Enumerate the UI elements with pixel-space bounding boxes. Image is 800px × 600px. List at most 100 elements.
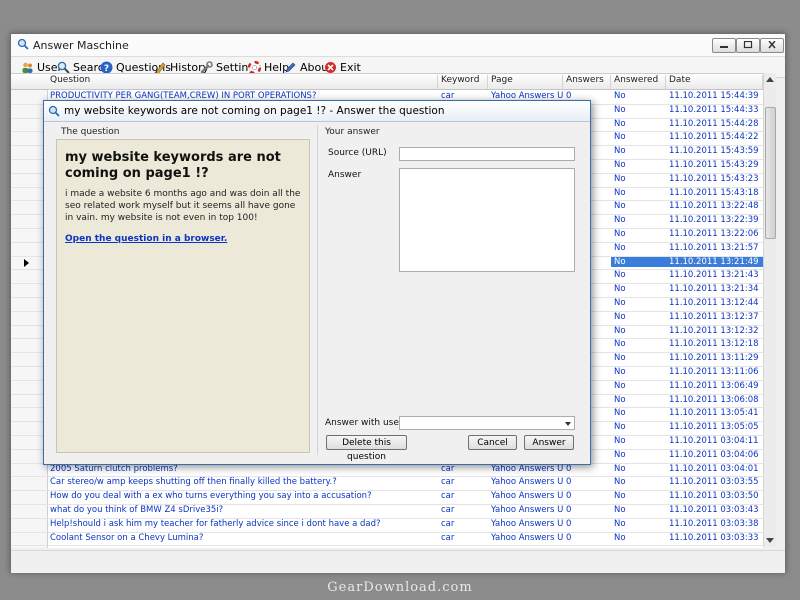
- grid-scrollbar[interactable]: [763, 73, 776, 547]
- cell-date[interactable]: 11.10.2011 13:12:37: [666, 312, 763, 322]
- column-header-answers[interactable]: Answers: [563, 75, 611, 89]
- cell-answered[interactable]: No: [611, 188, 666, 198]
- cell-answered[interactable]: No: [611, 256, 666, 267]
- cell-date[interactable]: 11.10.2011 13:12:44: [666, 298, 763, 308]
- cell-page[interactable]: Yahoo Answers UK: [488, 533, 563, 543]
- cell-answered[interactable]: No: [611, 326, 666, 336]
- scroll-thumb[interactable]: [765, 107, 776, 239]
- answer-textarea[interactable]: [399, 168, 575, 272]
- table-row[interactable]: Car stereo/w amp keeps shutting off then…: [11, 476, 763, 492]
- table-row[interactable]: Coolant Sensor on a Chevy Lumina? car Yaho…: [11, 532, 763, 547]
- answer-with-user-select[interactable]: [399, 416, 575, 430]
- cell-date[interactable]: 11.10.2011 03:03:55: [666, 477, 763, 487]
- cell-answered[interactable]: No: [611, 201, 666, 211]
- cell-answered[interactable]: No: [611, 146, 666, 156]
- cell-date[interactable]: 11.10.2011 13:22:06: [666, 229, 763, 239]
- cell-answered[interactable]: No: [611, 243, 666, 253]
- cell-date[interactable]: 11.10.2011 03:03:50: [666, 491, 763, 501]
- cell-answered[interactable]: No: [611, 105, 666, 115]
- table-row[interactable]: what do you think of BMW Z4 sDrive35i? ca…: [11, 504, 763, 519]
- cell-question[interactable]: How do you deal with a ex who turns ever…: [47, 491, 438, 501]
- cell-date[interactable]: 11.10.2011 13:06:49: [666, 381, 763, 391]
- cell-date[interactable]: 11.10.2011 13:12:32: [666, 326, 763, 336]
- cell-date[interactable]: 11.10.2011 15:43:29: [666, 160, 763, 170]
- cell-date[interactable]: 11.10.2011 03:04:06: [666, 450, 763, 460]
- cell-date[interactable]: 11.10.2011 13:05:41: [666, 408, 763, 418]
- cell-date[interactable]: 11.10.2011 13:21:43: [666, 270, 763, 280]
- cell-date[interactable]: 11.10.2011 13:12:18: [666, 339, 763, 349]
- cell-answered[interactable]: No: [611, 215, 666, 225]
- cell-answered[interactable]: No: [611, 91, 666, 101]
- cell-date[interactable]: 11.10.2011 13:06:08: [666, 395, 763, 405]
- cell-date[interactable]: 11.10.2011 15:43:23: [666, 174, 763, 184]
- cell-date[interactable]: 11.10.2011 13:22:39: [666, 215, 763, 225]
- cell-question[interactable]: Coolant Sensor on a Chevy Lumina?: [47, 533, 438, 543]
- close-button[interactable]: [760, 38, 784, 53]
- cell-date[interactable]: 11.10.2011 03:03:43: [666, 505, 763, 515]
- cell-page[interactable]: Yahoo Answers UK: [488, 477, 563, 487]
- cancel-button[interactable]: Cancel: [468, 435, 517, 450]
- cell-answers[interactable]: 0: [563, 491, 611, 501]
- cell-answers[interactable]: 0: [563, 505, 611, 515]
- cell-page[interactable]: Yahoo Answers UK: [488, 491, 563, 501]
- cell-answers[interactable]: 0: [563, 519, 611, 529]
- cell-date[interactable]: 11.10.2011 13:21:49: [666, 256, 763, 267]
- cell-date[interactable]: 11.10.2011 15:43:18: [666, 188, 763, 198]
- cell-date[interactable]: 11.10.2011 15:43:59: [666, 146, 763, 156]
- cell-keyword[interactable]: car: [438, 464, 488, 474]
- cell-answered[interactable]: No: [611, 298, 666, 308]
- cell-answered[interactable]: No: [611, 174, 666, 184]
- cell-date[interactable]: 11.10.2011 13:05:05: [666, 422, 763, 432]
- cell-keyword[interactable]: car: [438, 519, 488, 529]
- cell-page[interactable]: Yahoo Answers UK: [488, 464, 563, 474]
- cell-date[interactable]: 11.10.2011 13:21:57: [666, 243, 763, 253]
- open-in-browser-link[interactable]: Open the question in a browser.: [65, 234, 227, 244]
- cell-answered[interactable]: No: [611, 395, 666, 405]
- cell-answered[interactable]: No: [611, 353, 666, 363]
- cell-date[interactable]: 11.10.2011 03:03:33: [666, 533, 763, 543]
- cell-answered[interactable]: No: [611, 491, 666, 501]
- cell-answered[interactable]: No: [611, 505, 666, 515]
- cell-answered[interactable]: No: [611, 381, 666, 391]
- cell-answered[interactable]: No: [611, 464, 666, 474]
- dialog-title-bar[interactable]: my website keywords are not coming on pa…: [44, 101, 590, 122]
- table-row[interactable]: Help!should i ask him my teacher for fat…: [11, 518, 763, 533]
- column-header-page[interactable]: Page: [488, 75, 563, 89]
- cell-answers[interactable]: 0: [563, 533, 611, 543]
- cell-date[interactable]: 11.10.2011 03:03:38: [666, 519, 763, 529]
- cell-question[interactable]: Car stereo/w amp keeps shutting off then…: [47, 477, 438, 487]
- cell-keyword[interactable]: car: [438, 477, 488, 487]
- cell-answered[interactable]: No: [611, 119, 666, 129]
- cell-answered[interactable]: No: [611, 422, 666, 432]
- cell-answered[interactable]: No: [611, 408, 666, 418]
- cell-date[interactable]: 11.10.2011 15:44:22: [666, 132, 763, 142]
- cell-answers[interactable]: 0: [563, 464, 611, 474]
- cell-answered[interactable]: No: [611, 229, 666, 239]
- cell-question[interactable]: 2005 Saturn clutch problems?: [47, 464, 438, 474]
- cell-answered[interactable]: No: [611, 436, 666, 446]
- minimize-button[interactable]: [712, 38, 736, 53]
- cell-answers[interactable]: 0: [563, 477, 611, 487]
- cell-answered[interactable]: No: [611, 132, 666, 142]
- cell-answered[interactable]: No: [611, 367, 666, 377]
- cell-question[interactable]: Help!should i ask him my teacher for fat…: [47, 519, 438, 529]
- cell-question[interactable]: what do you think of BMW Z4 sDrive35i?: [47, 505, 438, 515]
- cell-date[interactable]: 11.10.2011 15:44:33: [666, 105, 763, 115]
- cell-keyword[interactable]: car: [438, 491, 488, 501]
- cell-answered[interactable]: No: [611, 450, 666, 460]
- cell-keyword[interactable]: car: [438, 533, 488, 543]
- scroll-up-icon[interactable]: [766, 77, 774, 82]
- cell-answered[interactable]: No: [611, 284, 666, 294]
- column-header-question[interactable]: Question: [47, 75, 438, 89]
- cell-answered[interactable]: No: [611, 533, 666, 543]
- cell-answered[interactable]: No: [611, 519, 666, 529]
- cell-date[interactable]: 11.10.2011 03:04:11: [666, 436, 763, 446]
- cell-answered[interactable]: No: [611, 477, 666, 487]
- cell-answered[interactable]: No: [611, 160, 666, 170]
- cell-page[interactable]: Yahoo Answers UK: [488, 505, 563, 515]
- cell-date[interactable]: 11.10.2011 13:11:06: [666, 367, 763, 377]
- cell-answered[interactable]: No: [611, 312, 666, 322]
- maximize-button[interactable]: [736, 38, 760, 53]
- cell-answered[interactable]: No: [611, 270, 666, 280]
- delete-question-button[interactable]: Delete this question: [326, 435, 407, 462]
